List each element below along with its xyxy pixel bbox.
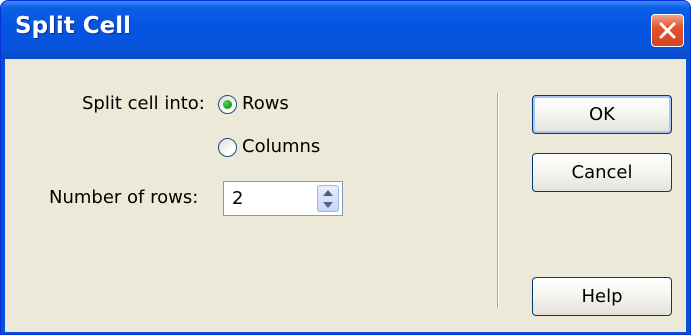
number-of-rows-label: Number of rows: [49, 187, 199, 208]
close-button[interactable] [651, 14, 684, 47]
ok-button[interactable]: OK [532, 95, 672, 134]
number-spinner[interactable] [317, 185, 339, 212]
radio-selected-dot [223, 100, 232, 109]
radio-rows-label[interactable]: Rows [242, 93, 289, 114]
title-bar[interactable]: Split Cell [1, 1, 690, 59]
chevron-up-icon[interactable] [322, 189, 334, 197]
radio-columns-label[interactable]: Columns [242, 136, 320, 157]
number-of-rows-input[interactable]: 2 [223, 181, 343, 216]
radio-rows[interactable] [218, 95, 237, 114]
help-button[interactable]: Help [532, 277, 672, 316]
split-cell-label: Split cell into: [82, 93, 205, 114]
vertical-divider [497, 93, 499, 308]
dialog-title: Split Cell [15, 13, 132, 39]
radio-columns[interactable] [218, 138, 237, 157]
number-of-rows-value[interactable]: 2 [232, 188, 243, 209]
cancel-button[interactable]: Cancel [532, 153, 672, 192]
split-cell-dialog: Split Cell Split cell into: Rows Columns… [0, 0, 691, 335]
close-icon [659, 22, 676, 39]
dialog-body: Split cell into: Rows Columns Number of … [5, 59, 686, 332]
chevron-down-icon[interactable] [322, 201, 334, 209]
